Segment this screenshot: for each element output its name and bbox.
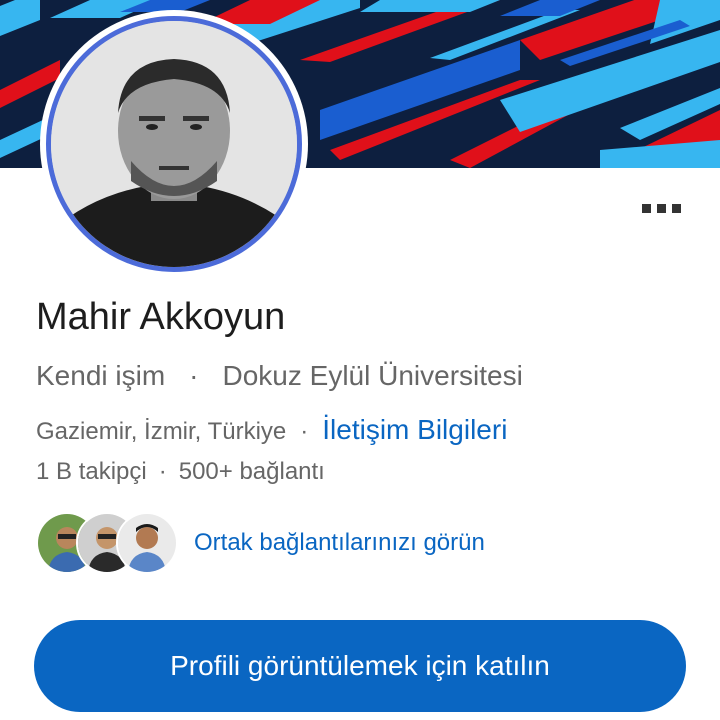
join-to-view-profile-button[interactable]: Profili görüntülemek için katılın <box>34 620 686 712</box>
stats-separator: · <box>158 458 167 485</box>
headline-company: Kendi işim <box>36 360 166 391</box>
location-separator: · <box>300 418 309 445</box>
profile-headline: Kendi işim · Dokuz Eylül Üniversitesi <box>36 360 523 392</box>
mutual-avatar-photo-icon <box>118 514 176 572</box>
profile-location: Gaziemir, İzmir, Türkiye <box>36 418 287 445</box>
more-options-button[interactable] <box>636 198 686 218</box>
avatar-photo <box>46 16 302 272</box>
avatar[interactable] <box>40 10 308 278</box>
more-dot-icon <box>641 203 651 213</box>
profile-location-row: Gaziemir, İzmir, Türkiye · İletişim Bilgil… <box>36 414 507 446</box>
headline-separator: · <box>189 360 199 391</box>
mutual-connections-link[interactable]: Ortak bağlantılarınızı görün <box>194 529 485 557</box>
mutual-connections[interactable]: Ortak bağlantılarınızı görün <box>36 512 485 574</box>
more-dot-icon <box>656 203 666 213</box>
mutual-avatar <box>116 512 178 574</box>
followers-count: 1 B takipçi <box>36 458 147 485</box>
profile-name: Mahir Akkoyun <box>36 296 286 338</box>
connections-count: 500+ bağlantı <box>178 458 325 485</box>
mutual-avatars <box>36 512 178 574</box>
headline-school: Dokuz Eylül Üniversitesi <box>222 360 523 391</box>
more-dot-icon <box>671 203 681 213</box>
profile-photo-icon <box>51 21 297 267</box>
profile-card: Mahir Akkoyun Kendi işim · Dokuz Eylül Üni… <box>0 0 720 720</box>
profile-stats: 1 B takipçi · 500+ bağlantı <box>36 458 325 486</box>
contact-info-link[interactable]: İletişim Bilgileri <box>322 414 507 445</box>
